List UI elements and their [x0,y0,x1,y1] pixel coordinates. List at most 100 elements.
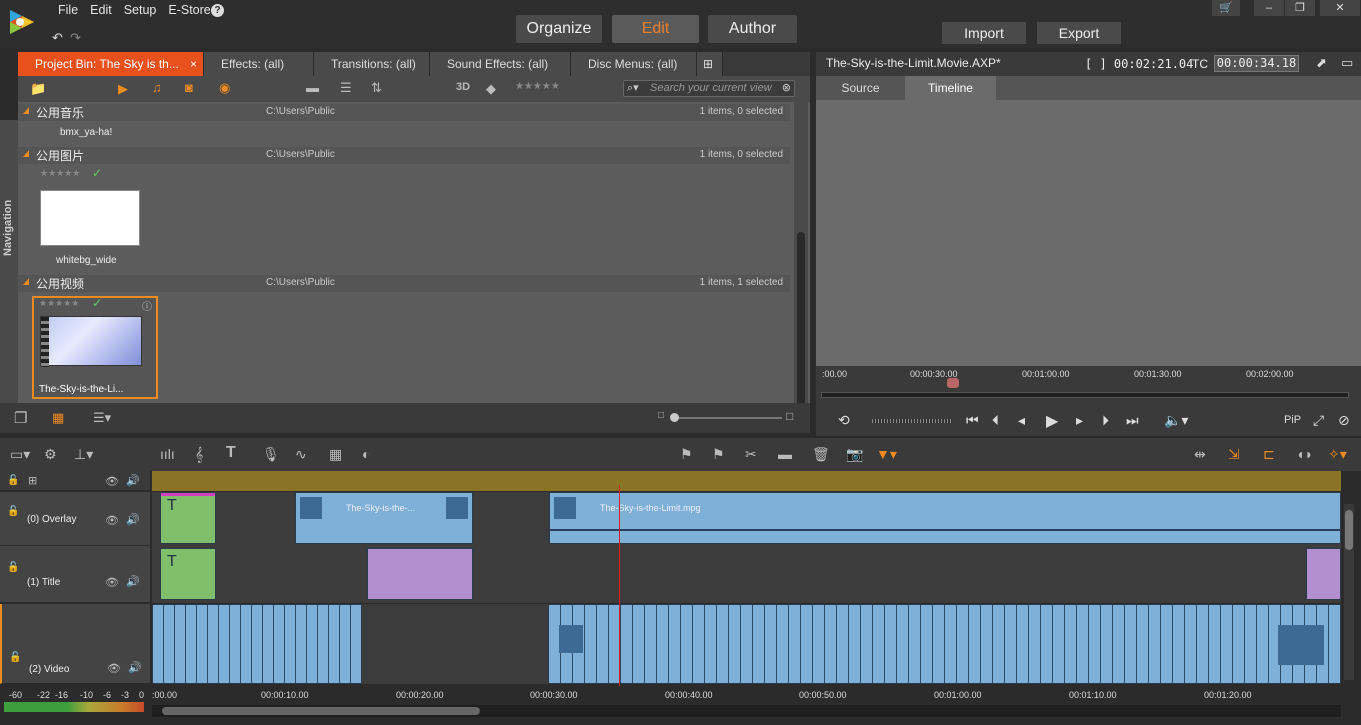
organize-mode-button[interactable]: Organize [516,15,602,43]
tab-transitions[interactable]: Transitions: (all) [314,52,430,76]
track-header-title[interactable]: 🔓 (1) Title 👁 🔊 [0,546,150,603]
tag-icon[interactable]: ◆ [486,81,496,97]
asset-tile-selected[interactable]: ★★★★★ ✓ ⓘ The-Sky-is-the-Li... [32,296,158,399]
marker-right-icon[interactable]: ⚑ [712,446,725,463]
title-clip-purple[interactable] [367,548,473,600]
layout-icon[interactable]: ▭ [1341,55,1353,71]
3d-filter-button[interactable]: 3D [456,81,470,93]
track-list-icon[interactable]: ⊞ [28,474,37,487]
asset-name[interactable]: bmx_ya-ha! [60,127,112,138]
add-tab-icon[interactable]: ⊞ [697,52,723,76]
speaker-icon[interactable]: 🔊 [128,661,142,674]
zoom-slider[interactable] [672,417,782,419]
small-thumb-icon[interactable]: □ [658,410,664,421]
tab-sound-effects[interactable]: Sound Effects: (all) [430,52,571,76]
asset-thumbnail[interactable] [40,190,140,246]
close-icon[interactable]: × [190,52,197,76]
music-icon[interactable]: 𝄞 [195,446,203,463]
tab-timeline[interactable]: Timeline [905,76,996,100]
video-filter-icon[interactable]: ▶ [118,81,128,97]
scrollbar-thumb[interactable] [1345,510,1353,550]
player-ruler[interactable]: :00.00 00:00:30.00 00:01:00.00 00:01:30.… [816,366,1361,406]
photo-filter-icon[interactable]: ◙ [185,80,193,95]
split-icon[interactable]: ⇹ [1194,446,1206,463]
track-header-video[interactable]: 🔓 (2) Video 👁 🔊 [0,604,150,684]
navigation-strip[interactable]: Navigation [0,120,18,410]
collapse-icon[interactable] [23,150,29,157]
motion-icon[interactable]: ∿ [295,446,307,463]
lock-icon[interactable]: 🔓 [7,506,19,517]
large-thumb-icon[interactable]: □ [786,409,793,423]
scrollbar-thumb[interactable] [797,232,805,432]
timeline-ruler[interactable]: :00.00 00:00:10.00 00:00:20.00 00:00:30.… [152,686,1341,704]
next-frame-icon[interactable]: ⏵ [1102,412,1109,429]
volume-icon[interactable]: 🔈▾ [1164,412,1188,429]
menu-setup[interactable]: Setup [118,3,163,17]
clear-search-icon[interactable]: ⊗ [782,81,791,94]
step-back-icon[interactable]: ◂ [1018,412,1025,429]
microphone-icon[interactable]: 🎙 [262,446,280,463]
collapse-icon[interactable] [23,107,29,114]
eye-icon[interactable]: 👁 [105,475,119,488]
snapshot-icon[interactable]: 📷 [846,446,863,463]
video-clip-group[interactable] [548,604,1341,684]
export-frame-icon[interactable]: ⬈ [1316,55,1327,71]
project-filter-icon[interactable]: ◉ [219,80,230,96]
title-icon[interactable]: T [226,444,236,462]
timeline-vscroll[interactable] [1344,504,1354,680]
speaker-icon[interactable]: 🔊 [126,474,140,487]
asset-name[interactable]: whitebg_wide [56,255,117,266]
section-header[interactable]: 公用视频 C:\Users\Public 1 items, 1 selected [18,275,790,292]
scrollbar-thumb[interactable] [162,707,480,715]
delete-icon[interactable]: 🗑 [812,446,830,463]
scrubber-handle[interactable] [947,378,959,388]
section-header[interactable]: 公用音乐 C:\Users\Public 1 items, 0 selected [18,104,790,121]
disc-icon[interactable]: ◐ [362,446,370,462]
marker-icon[interactable]: ▼▾ [876,446,897,463]
pip-button[interactable]: PiP [1284,414,1301,426]
sort-icon[interactable]: ⇅ [371,80,382,96]
crop-icon[interactable]: ⊘ [1338,412,1350,429]
undo-icon[interactable]: ↶ [52,30,63,46]
library-scrollbar[interactable] [794,102,808,432]
overlay-video-clip[interactable]: The-Sky-is-the-... [295,492,473,544]
lock-icon[interactable]: 🔓 [7,475,19,486]
play-icon[interactable]: ▶ [1046,411,1058,431]
section-header[interactable]: 公用图片 C:\Users\Public 1 items, 0 selected [18,147,790,164]
track-options-icon[interactable]: ⊥▾ [74,446,93,463]
cart-icon[interactable]: 🛒 [1212,0,1240,16]
eye-icon[interactable]: 👁 [105,576,119,589]
maximize-button[interactable]: ❐ [1285,0,1315,16]
montage-icon[interactable]: ▦ [329,446,342,463]
author-mode-button[interactable]: Author [708,15,797,43]
lock-icon[interactable]: 🔓 [7,562,19,573]
search-box[interactable]: ⌕▾ Search your current view ⊗ [623,80,795,97]
playhead[interactable] [619,485,620,693]
video-clip-group[interactable] [152,604,362,684]
info-icon[interactable]: ⓘ [142,298,152,313]
stack-icon[interactable]: ❐ [14,409,27,427]
eye-icon[interactable]: 👁 [105,514,119,527]
marker-left-icon[interactable]: ⚑ [680,446,693,463]
speaker-icon[interactable]: 🔊 [126,575,140,588]
go-to-start-icon[interactable]: ⏮ [966,412,979,429]
title-clip-purple[interactable] [1306,548,1341,600]
lock-icon[interactable]: 🔓 [9,652,21,663]
audio-scrub-icon[interactable]: ◖◗ [1296,446,1313,462]
tab-project-bin[interactable]: Project Bin: The Sky is th... × [18,52,204,76]
tab-disc-menus[interactable]: Disc Menus: (all) [571,52,697,76]
razor-icon[interactable]: ✂ [745,446,757,463]
video-lane[interactable] [152,604,1341,684]
add-folder-icon[interactable]: 📁 [30,81,46,97]
jog-wheel[interactable] [872,419,952,423]
minimize-button[interactable]: – [1254,0,1284,16]
eye-icon[interactable]: 👁 [107,662,121,675]
grid-view-icon[interactable]: ▦ [52,410,64,426]
fullscreen-icon[interactable]: ⤢ [1313,412,1324,429]
details-view-icon[interactable]: ☰▾ [93,410,111,426]
track-header-overlay[interactable]: 🔓 (0) Overlay 👁 🔊 [0,492,150,546]
go-to-end-icon[interactable]: ⏭ [1126,412,1139,429]
timecode-field[interactable]: 00:00:34.18 [1214,55,1299,72]
list-view-icon[interactable]: ☰ [340,80,352,96]
title-clip[interactable]: T [160,548,216,600]
